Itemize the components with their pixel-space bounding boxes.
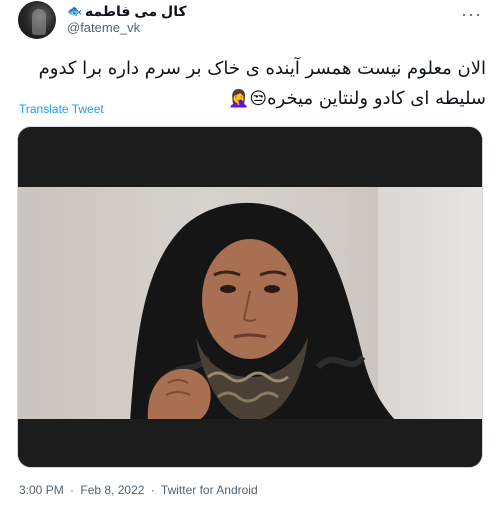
meta-separator: · xyxy=(150,483,155,497)
photo-scene xyxy=(18,187,482,421)
more-options-icon[interactable]: ··· xyxy=(461,4,482,25)
fish-icon: 🐟 xyxy=(67,4,82,18)
display-name-text: کال می فاطمه xyxy=(84,3,187,19)
tweet-meta: 3:00 PM · Feb 8, 2022 · Twitter for Andr… xyxy=(19,483,261,497)
letterbox-top xyxy=(18,127,482,187)
tweet-text-line-2-text: سلیطه ای کادو ولنتاین میخره xyxy=(267,88,486,109)
tweet-source[interactable]: Twitter for Android xyxy=(161,483,258,497)
user-handle[interactable]: @fateme_vk xyxy=(67,20,187,36)
woman-figure xyxy=(130,202,396,421)
meta-separator: · xyxy=(70,483,75,497)
tweet-media-image[interactable] xyxy=(17,126,483,468)
tweet-text-line-1: الان معلوم نیست همسر آینده ی خاک بر سرم … xyxy=(38,58,486,79)
translate-tweet-link[interactable]: Translate Tweet xyxy=(19,102,104,116)
tweet-card: کال می فاطمه 🐟 @fateme_vk ··· الان معلوم… xyxy=(0,0,500,509)
tweet-date[interactable]: Feb 8, 2022 xyxy=(80,483,144,497)
avatar[interactable] xyxy=(18,1,56,39)
tweet-emojis: 😒🤦‍♀️ xyxy=(228,89,268,109)
display-name[interactable]: کال می فاطمه 🐟 xyxy=(67,2,187,20)
avatar-image xyxy=(32,9,46,35)
author-names: کال می فاطمه 🐟 @fateme_vk xyxy=(67,2,187,36)
letterbox-bottom xyxy=(18,419,482,467)
tweet-header: کال می فاطمه 🐟 @fateme_vk ··· xyxy=(18,0,486,40)
tweet-time[interactable]: 3:00 PM xyxy=(19,483,64,497)
